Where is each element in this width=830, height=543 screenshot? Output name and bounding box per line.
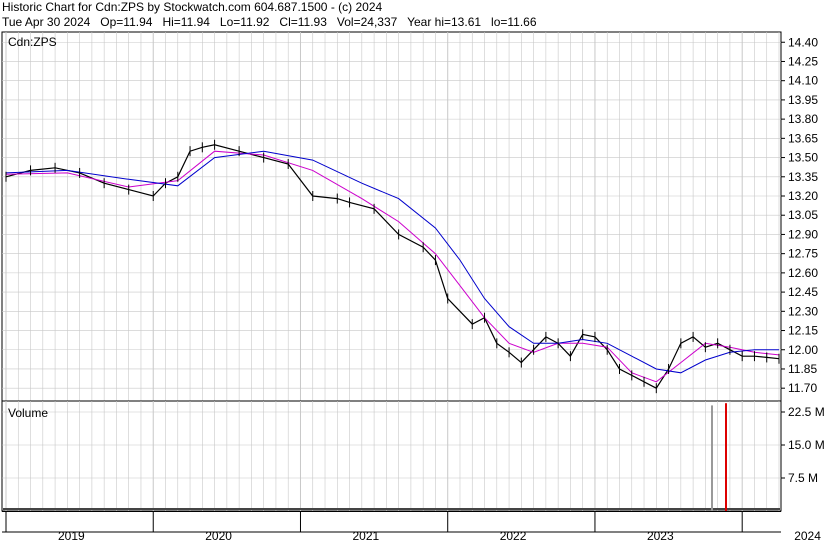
volume-baseline xyxy=(3,508,780,510)
stock-chart: Historic Chart for Cdn:ZPS by Stockwatch… xyxy=(0,0,830,543)
volume-panel xyxy=(1,400,782,512)
y-tick-label: 13.95 xyxy=(788,93,818,107)
price-panel-title: Cdn:ZPS xyxy=(8,35,57,49)
y-tick-label: 13.50 xyxy=(788,151,818,165)
volume-bar xyxy=(711,405,713,511)
x-axis-line xyxy=(2,511,781,512)
y-tick-label: 11.85 xyxy=(788,362,817,376)
y-tick-label: 12.75 xyxy=(788,247,818,261)
x-tick-label: 2022 xyxy=(500,529,527,543)
y-tick-label: 22.5 M xyxy=(788,405,825,419)
x-tick-label: 2021 xyxy=(352,529,379,543)
price-y-axis: 14.40 14.25 14.10 13.95 13.80 13.65 13.50 13.35… xyxy=(781,35,818,395)
y-tick-label: 13.20 xyxy=(788,189,818,203)
y-tick-label: 12.60 xyxy=(788,266,818,280)
y-tick-label: 12.45 xyxy=(788,285,818,299)
y-tick-label: 14.40 xyxy=(788,35,818,49)
y-tick-label: 15.0 M xyxy=(788,438,825,452)
volume-panel-title: Volume xyxy=(8,406,48,420)
y-tick-label: 13.65 xyxy=(788,131,818,145)
y-tick-label: 13.35 xyxy=(788,170,818,184)
y-tick-label: 13.05 xyxy=(788,208,818,222)
y-tick-label: 12.00 xyxy=(788,343,818,357)
x-tick-label: 2020 xyxy=(205,529,232,543)
y-tick-label: 12.90 xyxy=(788,227,818,241)
volume-bar xyxy=(725,403,727,511)
y-tick-label: 12.15 xyxy=(788,324,818,338)
x-tick-label: 2024 xyxy=(794,529,821,543)
x-axis: 2019 2020 2021 2022 2023 2024 xyxy=(2,511,821,543)
y-tick-label: 11.70 xyxy=(788,381,817,395)
y-tick-label: 14.25 xyxy=(788,54,818,68)
x-tick-label: 2019 xyxy=(58,529,85,543)
volume-y-axis: 22.5 M 15.0 M 7.5 M xyxy=(781,405,825,485)
x-tick-label: 2023 xyxy=(647,529,674,543)
y-tick-label: 12.30 xyxy=(788,304,818,318)
chart-svg: Cdn:ZPS 14.40 14.25 14.10 13.95 13.80 13.65 13… xyxy=(1,31,825,543)
y-tick-label: 14.10 xyxy=(788,74,818,88)
y-tick-label: 13.80 xyxy=(788,112,818,126)
y-tick-label: 7.5 M xyxy=(788,471,818,485)
price-panel xyxy=(1,31,782,402)
